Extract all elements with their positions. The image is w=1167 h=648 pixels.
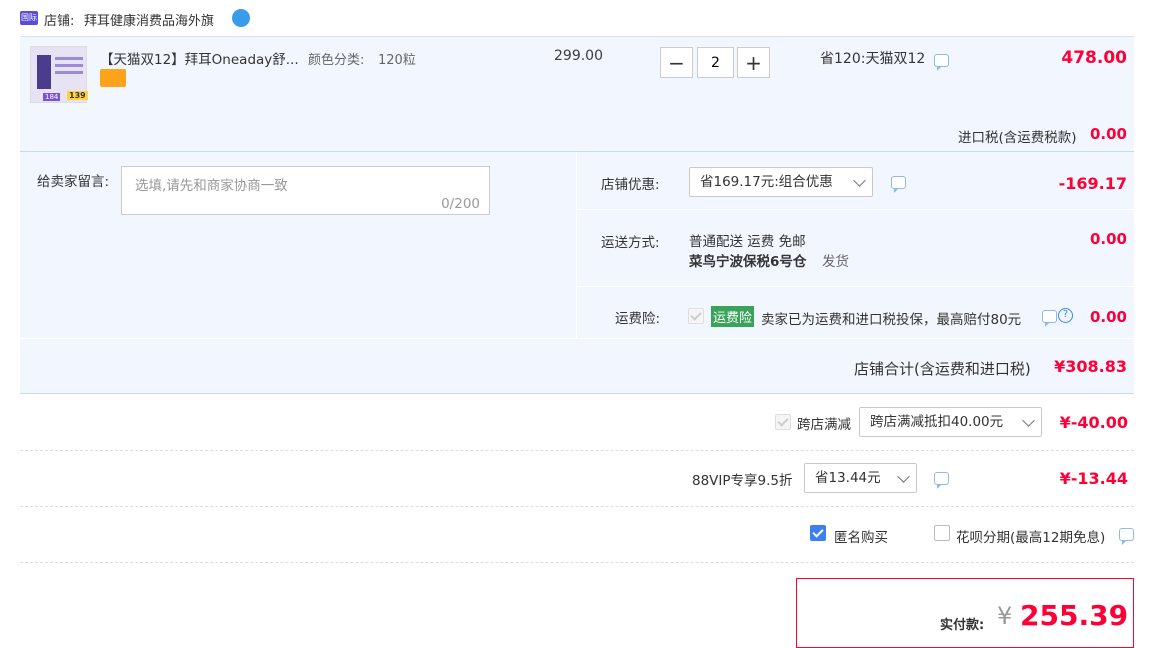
- discount-label: 店铺优惠:: [601, 177, 660, 193]
- shop-label: 店铺:: [44, 14, 75, 29]
- product-thumbnail[interactable]: 184 139: [30, 46, 88, 103]
- vip-dropdown[interactable]: 省13.44元: [804, 463, 917, 493]
- vip-value: ¥-13.44: [1059, 469, 1128, 488]
- promo-info-icon[interactable]: [934, 54, 949, 71]
- chevron-down-icon: [1022, 414, 1035, 427]
- item-panel: 184 139 【天猫双12】拜耳Oneaday舒... 颜色分类: 120粒 …: [20, 36, 1134, 151]
- tax-label: 进口税(含运费税款): [958, 130, 1077, 146]
- insurance-value: 0.00: [1089, 308, 1127, 326]
- shop-total-value: ¥308.83: [1054, 357, 1127, 376]
- unit-price: 299.00: [554, 48, 603, 64]
- shop-discount-dropdown[interactable]: 省169.17元:组合优惠: [689, 167, 873, 197]
- payment-currency: ¥: [997, 602, 1013, 630]
- qty-input[interactable]: [697, 47, 734, 78]
- huabei-label[interactable]: 花呗分期(最高12期免息): [956, 526, 1105, 546]
- vip-info-icon[interactable]: [934, 472, 949, 489]
- message-label: 给卖家留言:: [37, 174, 110, 190]
- shop-discount-selected: 省169.17元:组合优惠: [700, 174, 833, 190]
- shipping-method: 普通配送 运费 免邮: [689, 234, 806, 250]
- sku-label: 颜色分类:: [308, 53, 365, 68]
- message-textarea[interactable]: 选填,请先和商家协商一致 0/200: [121, 166, 490, 215]
- huabei-info-icon[interactable]: [1119, 528, 1134, 545]
- shop-name[interactable]: 拜耳健康消费品海外旗: [84, 10, 214, 29]
- cross-store-value: ¥-40.00: [1059, 413, 1128, 432]
- message-placeholder: 选填,请先和商家协商一致: [135, 178, 288, 194]
- order-detail-panel: 给卖家留言: 选填,请先和商家协商一致 0/200 店铺优惠: 省169.17元…: [20, 151, 1135, 394]
- vip-selected: 省13.44元: [815, 470, 881, 486]
- payment-box: 实付款: ¥ 255.39: [796, 578, 1134, 648]
- huabei-checkbox[interactable]: [934, 525, 950, 541]
- global-shop-icon: 国际: [20, 11, 38, 25]
- shipping-value: 0.00: [1089, 230, 1127, 248]
- insurance-info-icon[interactable]: [1042, 310, 1057, 327]
- shop-header: 国际 店铺: 拜耳健康消费品海外旗: [20, 8, 420, 30]
- shipping-ship-text: 发货: [822, 254, 849, 270]
- tax-value: 0.00: [1089, 125, 1127, 143]
- thumb-price-a: 184: [43, 93, 61, 101]
- help-icon[interactable]: ?: [1058, 308, 1073, 323]
- payment-amount: 255.39: [1020, 599, 1129, 632]
- insurance-tag: 运费险: [711, 306, 755, 327]
- cross-store-selected: 跨店满减抵扣40.00元: [870, 414, 1004, 430]
- chevron-down-icon: [897, 470, 910, 483]
- shipping-warehouse: 菜鸟宁波保税6号仓: [689, 254, 807, 270]
- thumb-price-b: 139: [67, 91, 88, 100]
- payment-label: 实付款:: [940, 618, 985, 633]
- sku-value: 120粒: [378, 53, 416, 68]
- shop-total-label: 店铺合计(含运费和进口税): [854, 360, 1031, 378]
- anonymous-label[interactable]: 匿名购买: [834, 526, 888, 546]
- promo-text: 省120:天猫双12: [820, 51, 926, 67]
- vip-label: 88VIP专享9.5折: [692, 473, 793, 489]
- quantity-stepper: − +: [660, 47, 771, 78]
- wangwang-chat-icon[interactable]: [232, 9, 250, 27]
- chevron-down-icon: [853, 174, 866, 187]
- cross-store-label: 跨店满减: [797, 417, 851, 433]
- discount-value: -169.17: [1058, 174, 1127, 193]
- insurance-label: 运费险:: [615, 311, 661, 327]
- qty-plus-button[interactable]: +: [737, 47, 770, 78]
- card-icon: [100, 69, 126, 87]
- message-counter: 0/200: [441, 196, 480, 212]
- qty-minus-button[interactable]: −: [660, 47, 693, 78]
- product-title[interactable]: 【天猫双12】拜耳Oneaday舒...: [100, 48, 299, 68]
- item-subtotal: 478.00: [1061, 48, 1127, 68]
- insurance-desc: 卖家已为运费和进口税投保，最高赔付80元: [761, 312, 1022, 328]
- shipping-label: 运送方式:: [601, 235, 660, 251]
- discount-info-icon[interactable]: [891, 176, 906, 193]
- cross-store-dropdown[interactable]: 跨店满减抵扣40.00元: [859, 407, 1042, 437]
